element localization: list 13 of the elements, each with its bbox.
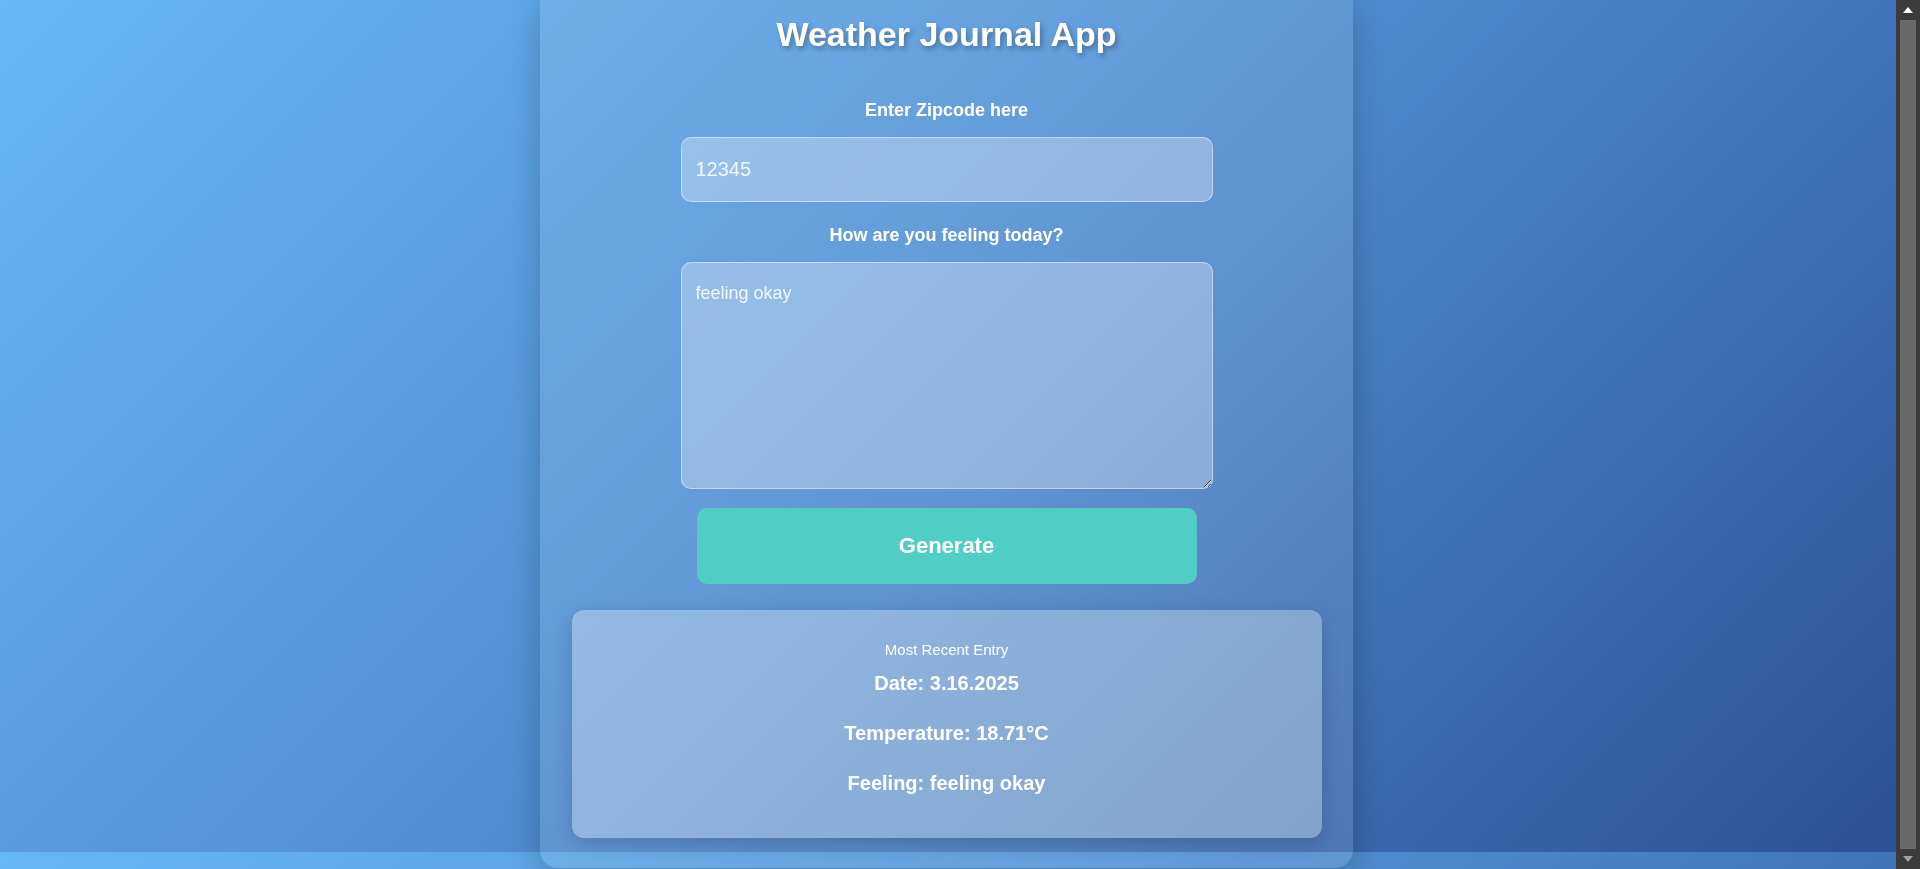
zipcode-label: Enter Zipcode here bbox=[864, 99, 1028, 122]
zipcode-input[interactable]: 12345 bbox=[680, 137, 1213, 202]
entry-feeling: Feeling: feeling okay bbox=[847, 771, 1046, 796]
scroll-up-arrow-icon[interactable] bbox=[1903, 7, 1913, 13]
scroll-down-arrow-icon[interactable] bbox=[1903, 856, 1913, 862]
generate-button[interactable]: Generate bbox=[696, 508, 1197, 584]
scroll-thumb[interactable] bbox=[1900, 20, 1916, 849]
entry-date: Date: 3.16.2025 bbox=[874, 671, 1019, 696]
feeling-label: How are you feeling today? bbox=[829, 224, 1064, 247]
entry-heading: Most Recent Entry bbox=[884, 640, 1009, 660]
entry-temperature: Temperature: 18.71°C bbox=[844, 721, 1049, 746]
feeling-textarea[interactable]: feeling okay bbox=[680, 262, 1213, 489]
app-title: Weather Journal App bbox=[776, 14, 1117, 55]
